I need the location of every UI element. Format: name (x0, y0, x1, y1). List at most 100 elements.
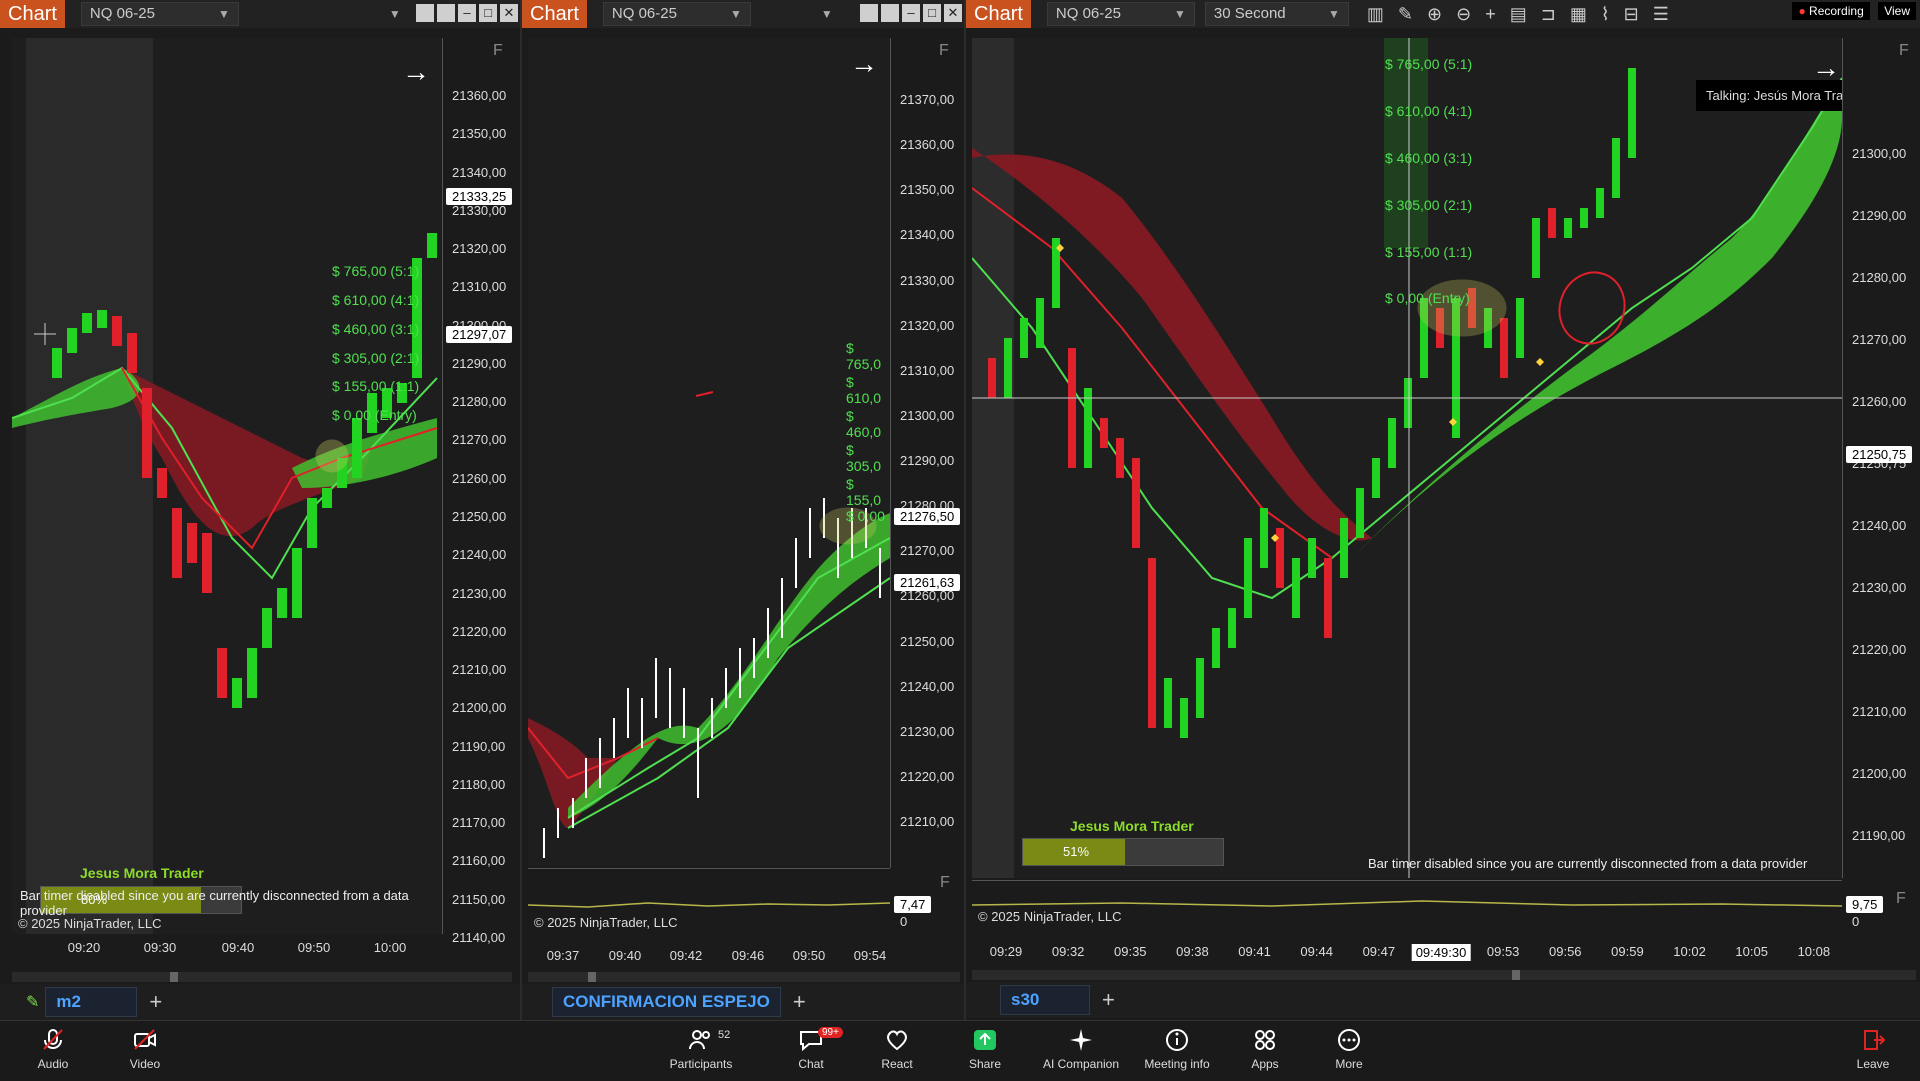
f-label[interactable]: F (1899, 42, 1909, 60)
more-button[interactable]: More (1304, 1027, 1394, 1071)
minimize-icon[interactable]: – (902, 4, 920, 22)
chart-tab[interactable]: Chart (0, 0, 65, 28)
price-tick: 21320,00 (900, 317, 955, 333)
react-button[interactable]: React (852, 1027, 942, 1071)
video-label: Video (129, 1057, 161, 1071)
crosshair-price-tag: 21250,75 (1846, 446, 1913, 463)
participants-button[interactable]: Participants 52 (656, 1027, 746, 1071)
instrument-selector[interactable]: NQ 06-25 ▼ (1046, 2, 1195, 26)
price-tick: 21260,00 (452, 470, 507, 486)
chart-tab[interactable]: Chart (966, 0, 1031, 28)
apps-label: Apps (1251, 1057, 1279, 1071)
instrument-selector[interactable]: NQ 06-25 ▼ (602, 2, 751, 26)
fib-level: $ 765,00 (5:1) (332, 263, 420, 279)
price-tick: 21290,00 (900, 453, 955, 468)
bar-chart-icon[interactable]: ▥ (1367, 4, 1384, 25)
price-tick: 21230,00 (1852, 580, 1907, 595)
fib-level: $ 305,00 (2:1) (1385, 197, 1473, 213)
add-tab-button[interactable]: + (1102, 987, 1115, 1013)
snap-icon[interactable] (860, 4, 878, 22)
horizontal-scrollbar[interactable] (12, 972, 512, 982)
price-tick: 21240,00 (452, 547, 507, 563)
fib-level: $ 610,0 (846, 374, 882, 406)
properties-icon[interactable]: ▤ (1510, 4, 1527, 25)
leave-button[interactable]: Leave (1828, 1027, 1918, 1071)
price-plot[interactable]: $ 765,00 (5:1) $ 610,00 (4:1) $ 460,00 (… (972, 38, 1878, 878)
chart-tab[interactable]: Chart (522, 0, 587, 28)
apps-button[interactable]: Apps (1220, 1027, 1310, 1071)
price-tick: 21300,00 (1852, 146, 1907, 161)
price-tick: 21160,00 (452, 853, 506, 869)
data-box-icon[interactable]: ⊟ (1624, 4, 1639, 25)
f-label[interactable]: F (940, 874, 950, 892)
chevron-down-icon[interactable]: ▼ (389, 7, 401, 21)
close-icon[interactable]: ✕ (944, 4, 962, 22)
indicators-icon[interactable]: ▦ (1570, 4, 1587, 25)
brand-label: Jesus Mora Trader (80, 865, 204, 881)
copyright: © 2025 NinjaTrader, LLC (18, 916, 162, 931)
tab-confirmacion-espejo[interactable]: CONFIRMACION ESPEJO (552, 987, 781, 1017)
strategy-icon[interactable]: ⌇ (1601, 4, 1610, 25)
price-tick: 21290,00 (1852, 208, 1907, 223)
price-tick: 21330,00 (900, 272, 955, 288)
chevron-down-icon: ▼ (218, 7, 230, 21)
tab-s30[interactable]: s30 (1000, 985, 1090, 1015)
ai-companion-button[interactable]: AI Companion (1036, 1027, 1126, 1071)
video-button[interactable]: Video (100, 1027, 190, 1071)
horizontal-scrollbar[interactable] (972, 970, 1916, 980)
f-label[interactable]: F (1896, 890, 1906, 908)
add-tab-button[interactable]: + (793, 989, 806, 1015)
snap-icon[interactable] (416, 4, 434, 22)
list-icon[interactable]: ☰ (1653, 4, 1669, 25)
price-tick: 21170,00 (452, 815, 506, 831)
chart-toolbar: Chart NQ 06-25 ▼ ▼ – □ ✕ (0, 0, 520, 28)
view-button[interactable]: View (1878, 2, 1916, 20)
scroll-thumb[interactable] (1512, 970, 1520, 980)
time-tick: 09:50 (297, 940, 331, 955)
scroll-thumb[interactable] (588, 972, 596, 982)
react-label: React (881, 1057, 913, 1071)
close-icon[interactable]: ✕ (500, 4, 518, 22)
price-tick: 21360,00 (452, 88, 507, 103)
maximize-icon[interactable]: □ (479, 4, 497, 22)
arrow-right-icon[interactable]: → (850, 48, 878, 80)
price-tick: 21210,00 (1852, 704, 1907, 719)
chart-tab-strip: CONFIRMACION ESPEJO + (522, 984, 964, 1020)
chevron-down-icon[interactable]: ▼ (821, 7, 833, 21)
zoom-out-icon[interactable]: ⊖ (1456, 4, 1471, 25)
fib-level: $ 460,0 (846, 408, 882, 440)
zoom-in-icon[interactable]: ⊕ (1427, 4, 1442, 25)
time-tick: 09:54 (853, 948, 887, 963)
horizontal-scrollbar[interactable] (528, 972, 960, 982)
fib-level: $ 155,00 (1:1) (1385, 244, 1473, 260)
price-plot[interactable]: $ 765,00 (5:1) $ 610,00 (4:1) $ 460,00 (… (12, 38, 442, 934)
pencil-icon[interactable]: ✎ (26, 992, 39, 1012)
arrow-right-icon[interactable]: → (402, 56, 430, 88)
meeting-info-button[interactable]: Meeting info (1132, 1027, 1222, 1071)
price-tick: 21190,00 (1852, 828, 1906, 843)
price-tick: 21250,00 (452, 509, 507, 524)
tab-m2[interactable]: m2 (45, 987, 138, 1017)
snap-icon[interactable] (881, 4, 899, 22)
snap-icon[interactable] (437, 4, 455, 22)
pencil-icon[interactable]: ✎ (1398, 4, 1413, 25)
chat-button[interactable]: Chat 99+ (766, 1027, 856, 1071)
template-icon[interactable]: ⊐ (1541, 4, 1556, 25)
audio-button[interactable]: Audio (8, 1027, 98, 1071)
f-label[interactable]: F (939, 42, 949, 60)
price-tick: 21340,00 (900, 227, 955, 243)
f-label[interactable]: F (493, 42, 503, 60)
price-tick: 21220,00 (1852, 642, 1907, 657)
instrument-selector[interactable]: NQ 06-25 ▼ (80, 2, 239, 26)
minimize-icon[interactable]: – (458, 4, 476, 22)
price-plot[interactable]: $ 765,0 $ 610,0 $ 460,0 $ 305,0 $ 155,0 … (528, 38, 890, 866)
time-tick: 09:47 (1362, 944, 1396, 959)
share-button[interactable]: Share (940, 1027, 1030, 1071)
scroll-thumb[interactable] (170, 972, 178, 982)
add-tab-button[interactable]: + (149, 989, 162, 1015)
time-axis: 09:37 09:40 09:42 09:46 09:50 09:54 (528, 948, 890, 972)
crosshair-icon[interactable]: + (1485, 4, 1496, 25)
timeframe-selector[interactable]: 30 Second ▼ (1204, 2, 1349, 26)
maximize-icon[interactable]: □ (923, 4, 941, 22)
chart-panel-m2: Chart NQ 06-25 ▼ ▼ – □ ✕ $ 765,00 (5:1) … (0, 0, 522, 1020)
